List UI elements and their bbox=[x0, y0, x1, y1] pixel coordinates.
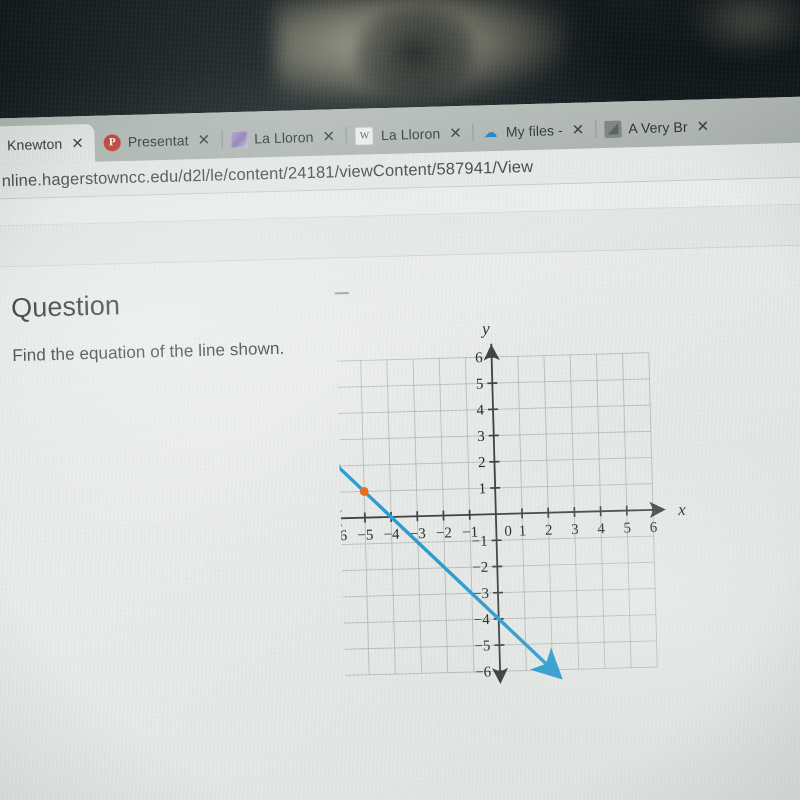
browser-tab-my-files[interactable]: ☁ My files - ✕ bbox=[472, 110, 597, 151]
y-tick-label: −4 bbox=[474, 612, 491, 628]
browser-window: ✕ Knewton ✕ P Presentat ✕ La Lloron ✕ bbox=[0, 95, 800, 800]
browser-tab-la-llorona-image[interactable]: La Lloron ✕ bbox=[221, 117, 348, 158]
close-icon[interactable]: ✕ bbox=[694, 118, 711, 135]
y-tick-label: 1 bbox=[478, 481, 486, 497]
x-tick-label: 3 bbox=[571, 522, 579, 538]
decorative-dash bbox=[334, 292, 349, 295]
x-axis-label: x bbox=[677, 500, 687, 519]
powerpoint-icon: P bbox=[103, 133, 122, 152]
page-content: Question Find the equation of the line s… bbox=[0, 244, 800, 800]
plotted-line bbox=[309, 438, 563, 680]
browser-tab-presentation[interactable]: P Presentat ✕ bbox=[94, 120, 223, 161]
origin-label: 0 bbox=[504, 524, 512, 540]
close-icon[interactable]: ✕ bbox=[69, 135, 86, 152]
y-axis bbox=[490, 343, 509, 685]
browser-tab-knewton[interactable]: Knewton ✕ bbox=[0, 123, 96, 166]
close-icon[interactable]: ✕ bbox=[570, 121, 587, 138]
x-tick-label: 5 bbox=[623, 520, 631, 536]
monitor-corner-glow bbox=[690, 0, 800, 56]
x-tick-label: −6 bbox=[335, 528, 348, 544]
y-tick-label: −5 bbox=[474, 638, 490, 654]
photo-of-screen: ✕ Knewton ✕ P Presentat ✕ La Lloron ✕ bbox=[0, 0, 800, 800]
dark-page-icon bbox=[604, 120, 622, 138]
close-icon[interactable]: ✕ bbox=[195, 131, 212, 148]
browser-tab-la-llorona-wiki[interactable]: W La Lloron ✕ bbox=[346, 114, 475, 155]
tab-label: A Very Br bbox=[628, 118, 688, 137]
image-thumbnail-icon bbox=[229, 130, 248, 148]
x-tick-label: −5 bbox=[357, 527, 373, 543]
coordinate-graph: −6 −5 −4 −3 −2 −1 0 1 2 3 4 5 6 6 5 4 3 2 1 −1 −2 −3 −4 −5 −6 x y bbox=[309, 303, 726, 713]
tab-label: La Lloron bbox=[253, 128, 314, 147]
browser-tab-a-very-br[interactable]: A Very Br ✕ bbox=[595, 107, 721, 148]
y-tick-label: −6 bbox=[475, 664, 492, 680]
graph-svg: −6 −5 −4 −3 −2 −1 0 1 2 3 4 5 6654321−1−2−3−4−5−6xy bbox=[309, 319, 687, 685]
x-tick-label: 1 bbox=[519, 523, 527, 539]
y-tick-label: 5 bbox=[476, 376, 484, 392]
y-tick-label: −2 bbox=[472, 560, 488, 576]
close-icon[interactable]: ✕ bbox=[320, 128, 337, 145]
tab-label: My files - bbox=[505, 122, 564, 140]
x-tick-label: 6 bbox=[650, 520, 658, 536]
tab-label: La Lloron bbox=[380, 125, 441, 144]
tab-label: Knewton bbox=[6, 135, 63, 154]
wikipedia-icon: W bbox=[354, 125, 375, 146]
close-icon[interactable]: ✕ bbox=[447, 124, 464, 141]
y-tick-label: 3 bbox=[477, 429, 485, 445]
y-tick-label: 2 bbox=[478, 455, 486, 471]
y-tick-label: −1 bbox=[471, 534, 487, 550]
x-tick-label: −2 bbox=[436, 525, 452, 541]
tab-label: Presentat bbox=[127, 132, 189, 150]
x-tick-label: −4 bbox=[383, 527, 400, 543]
x-tick-label: 4 bbox=[597, 521, 605, 537]
monitor-shadow-blob bbox=[353, 4, 477, 103]
y-axis-label: y bbox=[480, 319, 491, 338]
y-tick-label: 6 bbox=[475, 350, 483, 366]
y-tick-label: 4 bbox=[476, 403, 484, 419]
onedrive-cloud-icon: ☁ bbox=[483, 123, 498, 141]
x-tick-label: 2 bbox=[545, 523, 553, 539]
